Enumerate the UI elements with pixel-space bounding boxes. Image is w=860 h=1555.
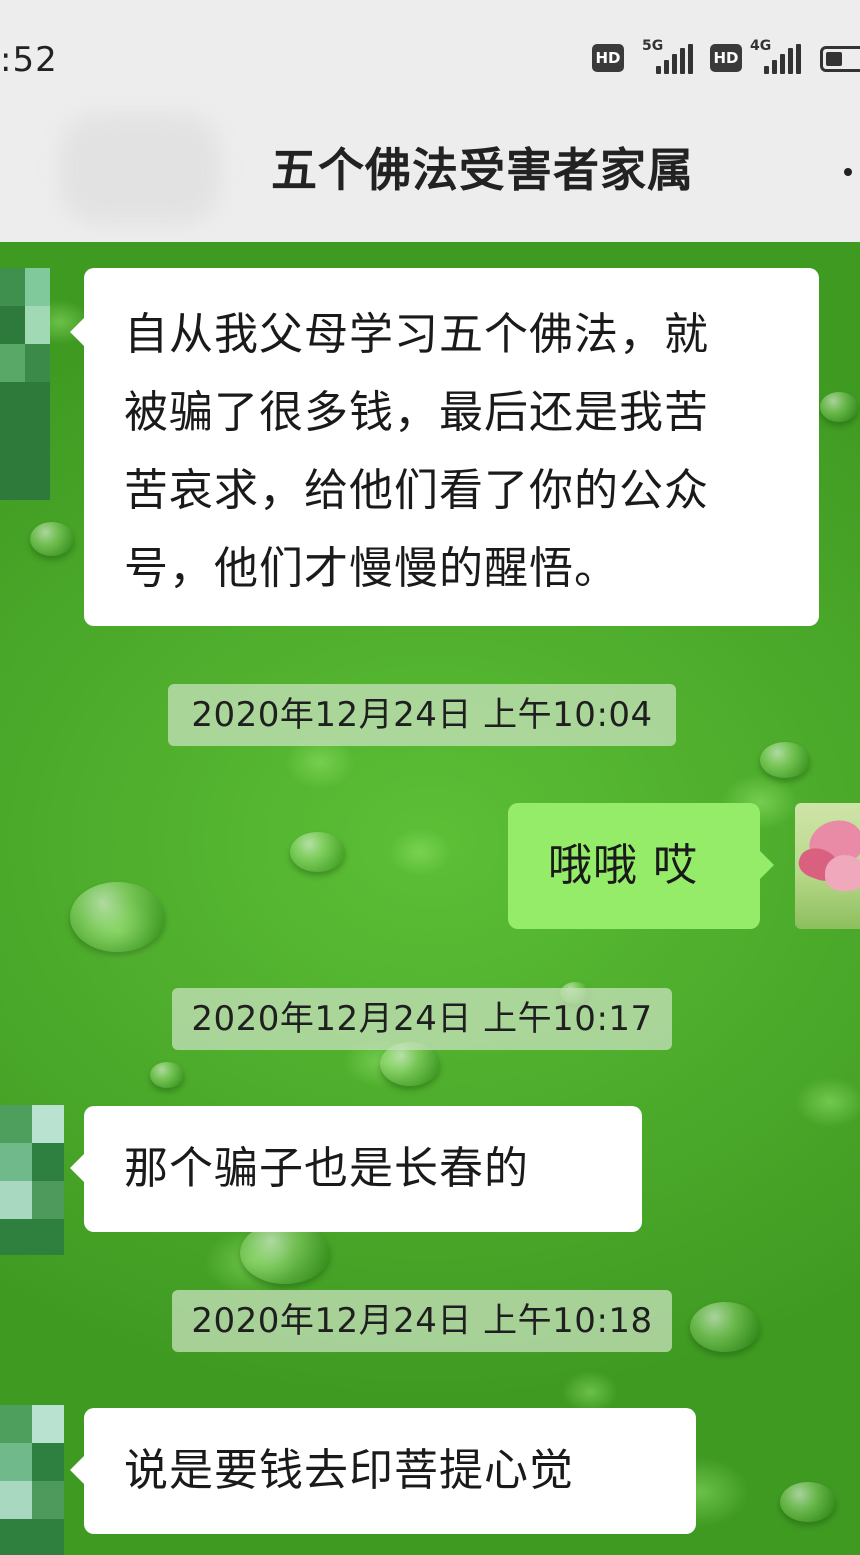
contact-avatar[interactable] — [0, 1405, 64, 1555]
more-dots-icon[interactable] — [844, 168, 852, 176]
battery-icon — [820, 46, 860, 72]
message-bubble-outgoing[interactable]: 哦哦 哎 — [508, 803, 774, 929]
message-timestamp: 2020年12月24日 上午10:18 — [172, 1290, 672, 1352]
my-avatar[interactable] — [795, 803, 860, 929]
water-drop — [70, 882, 165, 952]
contact-avatar[interactable] — [0, 1105, 64, 1255]
message-text: 那个骗子也是长春的 — [124, 1143, 529, 1194]
message-bubble-incoming[interactable]: 说是要钱去印菩提心觉 — [70, 1408, 696, 1534]
water-drop — [820, 392, 858, 422]
battery-level-fill — [826, 52, 842, 66]
signal-strength-icon — [764, 44, 804, 74]
status-time: :52 — [0, 40, 58, 80]
water-drop — [150, 1062, 184, 1088]
bubble-tail — [70, 318, 84, 346]
message-timestamp: 2020年12月24日 上午10:17 — [172, 988, 672, 1050]
hd-icon: HD — [710, 44, 742, 72]
message-text: 自从我父母学习五个佛法，就 被骗了很多钱，最后还是我苦 苦哀求，给他们看了你的公… — [124, 309, 709, 594]
water-drop — [780, 1482, 836, 1522]
message-bubble-incoming[interactable]: 自从我父母学习五个佛法，就 被骗了很多钱，最后还是我苦 苦哀求，给他们看了你的公… — [70, 268, 819, 626]
water-drop — [290, 832, 345, 872]
hd-icon: HD — [592, 44, 624, 72]
message-bubble-incoming[interactable]: 那个骗子也是长春的 — [70, 1106, 642, 1232]
signal-strength-icon — [656, 44, 696, 74]
contact-avatar[interactable] — [0, 268, 50, 500]
bubble-tail — [70, 1154, 84, 1182]
lotus-petal — [825, 855, 860, 891]
chat-title: 五个佛法受害者家属 — [271, 143, 694, 197]
wechat-chat-screen: :52 HD 5G HD 4G 五个佛法受害者家属 自从我父母学习五个佛法，就 … — [0, 0, 860, 1555]
status-bar: :52 HD 5G HD 4G — [0, 0, 860, 100]
water-drop — [690, 1302, 760, 1352]
message-timestamp: 2020年12月24日 上午10:04 — [168, 684, 676, 746]
bubble-tail — [760, 851, 774, 879]
water-drop — [30, 522, 74, 556]
bubble-tail — [70, 1456, 84, 1484]
chat-header: 五个佛法受害者家属 — [0, 100, 860, 242]
water-drop — [760, 742, 810, 778]
message-text: 说是要钱去印菩提心觉 — [124, 1445, 574, 1496]
message-text: 哦哦 哎 — [548, 840, 698, 891]
